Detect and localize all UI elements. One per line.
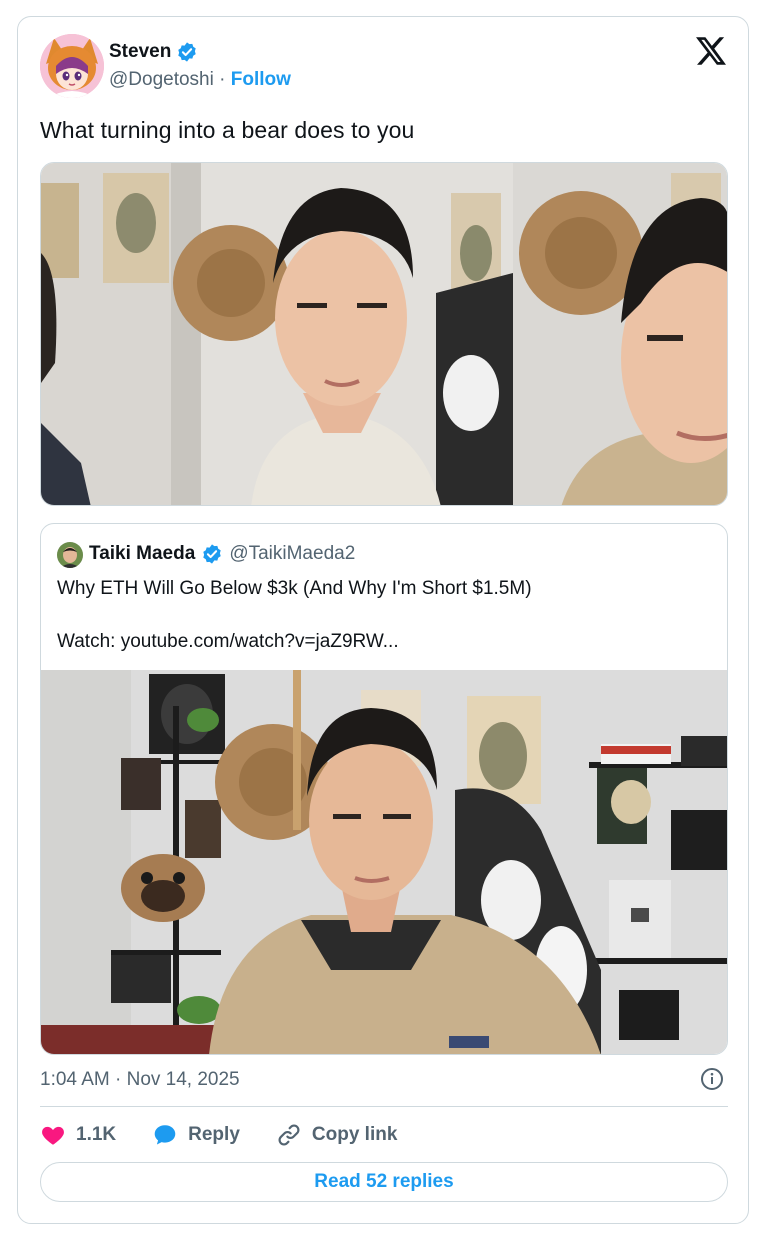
info-icon[interactable] — [700, 1067, 724, 1091]
separator-dot: · — [219, 69, 226, 90]
author-name[interactable]: Steven — [109, 41, 171, 63]
quoted-text-link-line: Watch: youtube.com/watch?v=jaZ9RW... — [57, 631, 399, 652]
quoted-author-name: Taiki Maeda — [89, 543, 196, 564]
reply-label: Reply — [188, 1124, 240, 1145]
avatar-illustration-icon — [40, 34, 104, 98]
follow-button[interactable]: Follow — [231, 69, 291, 90]
quoted-author-handle: @TaikiMaeda2 — [229, 543, 356, 564]
tweet-text: What turning into a bear does to you — [40, 117, 415, 143]
author-handle[interactable]: @Dogetoshi — [109, 69, 214, 90]
x-logo-icon[interactable] — [696, 37, 726, 65]
action-bar: 1.1K Reply Copy link — [40, 1121, 433, 1149]
tweet-timestamp[interactable]: 1:04 AM · Nov 14, 2025 — [40, 1069, 240, 1091]
quoted-author-avatar — [57, 542, 83, 568]
like-button[interactable]: 1.1K — [40, 1122, 116, 1148]
quoted-text-line: Why ETH Will Go Below $3k (And Why I'm S… — [57, 578, 532, 599]
author-name-row[interactable]: Steven — [109, 41, 198, 63]
copy-link-label: Copy link — [311, 1124, 398, 1145]
tweet-card: Steven @Dogetoshi · Follow What turning … — [17, 16, 749, 1224]
quoted-media-image — [41, 670, 727, 1054]
speech-bubble-icon — [154, 1125, 176, 1145]
read-replies-button[interactable]: Read 52 replies — [40, 1162, 728, 1202]
verified-badge-icon — [203, 544, 222, 564]
link-icon — [278, 1124, 300, 1146]
copy-link-button[interactable]: Copy link — [276, 1122, 398, 1148]
verified-badge-icon — [178, 42, 197, 62]
tweet-media[interactable] — [40, 162, 728, 506]
media-collage-image — [41, 163, 727, 505]
quoted-tweet[interactable]: Taiki Maeda @TaikiMaeda2 Why ETH Will Go… — [40, 523, 728, 1055]
quoted-media[interactable] — [41, 670, 727, 1054]
quoted-author-row: Taiki Maeda @TaikiMaeda2 — [89, 543, 355, 565]
reply-button[interactable]: Reply — [152, 1122, 240, 1148]
heart-icon — [42, 1126, 64, 1145]
author-avatar[interactable] — [40, 34, 104, 98]
divider — [40, 1106, 728, 1107]
quoted-avatar-photo-icon — [57, 542, 83, 568]
like-count: 1.1K — [76, 1124, 117, 1145]
author-handle-row: @Dogetoshi · Follow — [109, 69, 291, 91]
